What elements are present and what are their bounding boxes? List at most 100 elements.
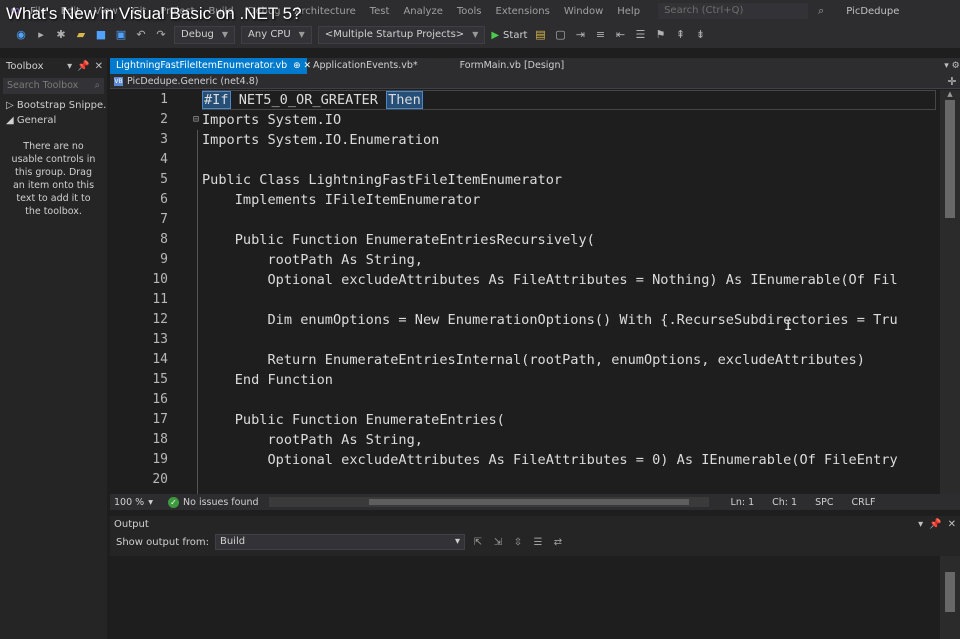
back-icon[interactable]: ◉ — [14, 28, 28, 42]
open-folder-icon[interactable]: ▰ — [74, 28, 88, 42]
dropdown-icon[interactable]: ▾ — [67, 61, 72, 72]
word-wrap-icon[interactable]: ⇄ — [551, 537, 565, 548]
tab-overflow-icon[interactable]: ▾ ⚙ — [944, 58, 960, 74]
line-indicator: Ln: 1 — [730, 496, 755, 508]
clear-all-icon[interactable]: ☰ — [531, 537, 545, 548]
check-circle-icon: ✓ — [168, 496, 179, 508]
editor-vertical-scrollbar[interactable]: ▲ — [940, 90, 960, 498]
next-bookmark-icon[interactable]: ⇟ — [693, 28, 707, 42]
format-icon[interactable]: ≡ — [593, 28, 607, 42]
code-line: End Function — [202, 372, 333, 388]
next-message-icon[interactable]: ⇳ — [511, 537, 525, 548]
pin-icon[interactable]: 📌 — [77, 61, 89, 72]
prev-message-icon[interactable]: ⇲ — [491, 537, 505, 548]
add-icon[interactable]: ✛ — [944, 74, 960, 89]
indent-icon[interactable]: ⇤ — [613, 28, 627, 42]
new-project-icon[interactable]: ✱ — [54, 28, 68, 42]
menu-architecture[interactable]: Architecture — [295, 6, 356, 17]
menu-test[interactable]: Test — [370, 6, 390, 17]
line-number: 2 — [160, 112, 168, 127]
project-dropdown[interactable]: VB PicDedupe.Generic (net4.8) — [114, 76, 258, 87]
toolbar: ◉ ▸ ✱ ▰ ■ ▣ ↶ ↷ Debug ▼ Any CPU ▼ <Multipl… — [0, 22, 960, 48]
code-line: rootPath As String, — [202, 252, 423, 268]
menu-help[interactable]: Help — [617, 6, 640, 17]
play-icon: ▶ — [491, 29, 500, 41]
line-ending-indicator[interactable]: CRLF — [851, 497, 875, 508]
pin-icon[interactable]: 📌 — [929, 519, 941, 530]
chevron-down-icon: ▼ — [472, 30, 479, 39]
save-icon[interactable]: ■ — [94, 28, 108, 42]
scrollbar-thumb[interactable] — [368, 499, 689, 505]
browser-icon[interactable]: ▤ — [533, 28, 547, 42]
toolbox-group-general[interactable]: ◢ General — [0, 113, 107, 128]
solution-name: PicDedupe — [846, 5, 900, 17]
scrollbar-thumb[interactable] — [945, 100, 955, 218]
video-title: What's New in Visual Basic on .NET 5? — [6, 4, 302, 23]
outline-guide — [197, 130, 198, 498]
menu-window[interactable]: Window — [564, 6, 603, 17]
tab-applicationevents[interactable]: ApplicationEvents.vb* — [307, 58, 424, 74]
zoom-dropdown[interactable]: 100 % ▾ — [110, 497, 168, 508]
tab-formmain-design[interactable]: FormMain.vb [Design] — [454, 58, 571, 74]
chevron-down-icon: ▼ — [221, 30, 229, 39]
toolbox-group-bootstrap[interactable]: ▷ Bootstrap Snippe... — [0, 98, 107, 113]
save-all-icon[interactable]: ▣ — [114, 28, 128, 42]
project-value: PicDedupe.Generic (net4.8) — [127, 75, 259, 87]
startup-projects-value: <Multiple Startup Projects> — [324, 29, 465, 40]
redo-icon[interactable]: ↷ — [154, 28, 168, 42]
code-line: Implements IFileItemEnumerator — [202, 192, 481, 208]
code-line: Imports System.IO.Enumeration — [202, 132, 440, 148]
issues-indicator[interactable]: ✓ No issues found — [168, 496, 259, 508]
search-icon: ⌕ — [94, 80, 100, 91]
line-number: 3 — [160, 132, 168, 147]
scroll-up-icon[interactable]: ▲ — [940, 90, 960, 100]
code-view[interactable]: 1 2 3 4 5 6 7 8 9 10 11 12 13 14 15 16 1… — [110, 90, 960, 498]
line-number: 13 — [152, 332, 168, 347]
comment-icon[interactable]: ☰ — [633, 28, 647, 42]
line-number: 14 — [152, 352, 168, 367]
toolbox-search-input[interactable]: Search Toolbox ⌕ — [3, 78, 104, 94]
editor-horizontal-scrollbar[interactable] — [268, 497, 709, 507]
whitespace-indicator[interactable]: SPC — [815, 497, 833, 508]
output-pane: Output ▾ 📌 ✕ Show output from: Build ▾ ⇱ ⇲… — [110, 516, 960, 639]
startup-projects-dropdown[interactable]: <Multiple Startup Projects> ▼ — [317, 26, 486, 44]
show-output-label: Show output from: — [116, 536, 209, 548]
output-source-dropdown[interactable]: Build ▾ — [214, 534, 465, 550]
menu-extensions[interactable]: Extensions — [496, 6, 550, 17]
screenshot-icon[interactable]: ▢ — [553, 28, 567, 42]
line-number: 10 — [152, 272, 168, 287]
menu-analyze[interactable]: Analyze — [403, 6, 442, 17]
char-indicator: Ch: 1 — [772, 496, 798, 508]
bookmark-icon[interactable]: ⚑ — [653, 28, 667, 42]
configuration-dropdown[interactable]: Debug ▼ — [174, 26, 236, 44]
code-line-1: #If NET5_0_OR_GREATER Then — [202, 90, 423, 110]
tab-lightningfastfileitemenumerator[interactable]: LightningFastFileItemEnumerator.vb ⊕ ✕ — [110, 58, 311, 74]
toolbox-group-label: Bootstrap Snippe... — [16, 100, 107, 111]
issues-text: No issues found — [183, 496, 259, 508]
tab-label: ApplicationEvents.vb* — [313, 60, 418, 71]
search-input[interactable]: Search (Ctrl+Q) — [658, 3, 809, 19]
line-number: 7 — [160, 212, 168, 227]
step-icon[interactable]: ⇥ — [573, 28, 587, 42]
close-icon[interactable]: ✕ — [948, 519, 956, 530]
output-text-area[interactable] — [110, 556, 960, 639]
start-button[interactable]: ▶ Start — [491, 30, 527, 41]
forward-icon[interactable]: ▸ — [34, 28, 48, 42]
chevron-down-icon: ▾ — [148, 496, 153, 508]
search-icon[interactable]: ⌕ — [818, 4, 824, 18]
scrollbar-thumb[interactable] — [945, 572, 955, 612]
vb-project-icon: VB — [114, 76, 123, 86]
prev-bookmark-icon[interactable]: ⇞ — [673, 28, 687, 42]
line-number-gutter: 1 2 3 4 5 6 7 8 9 10 11 12 13 14 15 16 1… — [110, 90, 170, 498]
undo-icon[interactable]: ↶ — [134, 28, 148, 42]
code-line: Return EnumerateEntriesInternal(rootPath… — [202, 352, 865, 368]
directive-symbol: NET5_0_OR_GREATER — [230, 92, 387, 108]
menu-tools[interactable]: Tools — [457, 6, 482, 17]
close-icon[interactable]: ✕ — [95, 61, 103, 72]
platform-dropdown[interactable]: Any CPU ▼ — [241, 26, 312, 44]
dropdown-icon[interactable]: ▾ — [918, 519, 923, 530]
find-message-icon[interactable]: ⇱ — [471, 537, 485, 548]
line-number: 4 — [160, 152, 168, 167]
toolbox-title: Toolbox — [6, 60, 44, 72]
output-vertical-scrollbar[interactable] — [940, 556, 960, 639]
